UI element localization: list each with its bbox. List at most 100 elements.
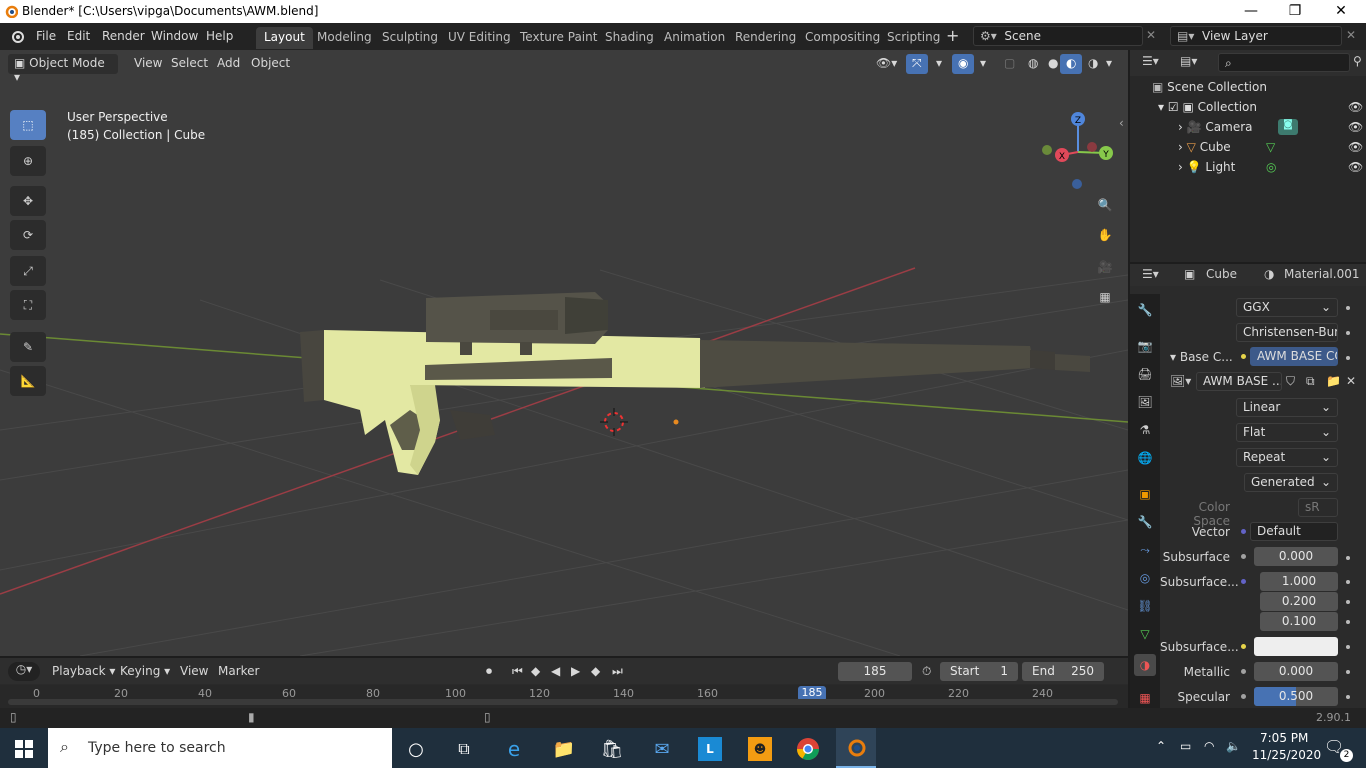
interpolation-dropdown[interactable]: Linear ⌄ [1236, 398, 1338, 417]
camera-data-icon[interactable]: ◙ [1278, 119, 1298, 135]
menu-file[interactable]: File [36, 29, 56, 43]
object-tab-icon[interactable]: ▣ [1137, 486, 1153, 502]
game-app-icon[interactable]: ☻ [740, 732, 780, 766]
wifi-icon[interactable]: ◠ [1204, 739, 1214, 753]
physics-tab-icon[interactable]: ◎ [1137, 570, 1153, 586]
subsurface-value-field[interactable]: 0.000 [1254, 547, 1338, 566]
mail-icon[interactable]: ✉ [642, 732, 682, 766]
zoom-icon[interactable]: 🔍 [1092, 192, 1118, 218]
tab-texture-paint[interactable]: Texture Paint [512, 27, 605, 49]
navigation-gizmo[interactable]: Z Y X [1036, 110, 1116, 190]
chrome-icon[interactable] [788, 732, 828, 766]
unlink-image-icon[interactable]: ✕ [1346, 374, 1356, 388]
3d-viewport[interactable]: ▣ Object Mode ▾ View Select Add Object 👁… [0, 50, 1128, 656]
outliner-item-camera[interactable]: › 🎥 Camera ◙ 👁 [1178, 119, 1366, 140]
image-browse-icon[interactable]: 🖼▾ [1170, 374, 1191, 388]
socket-dot-icon[interactable] [1236, 549, 1250, 563]
clock-date[interactable]: 11/25/2020 [1252, 748, 1321, 762]
expand-icon[interactable]: › [1178, 120, 1183, 134]
eye-icon[interactable]: 👁 [1348, 140, 1363, 154]
source-dropdown[interactable]: Generated ⌄ [1244, 473, 1338, 492]
timeline-ruler[interactable]: 0 20 40 60 80 100 120 140 160 200 220 24… [0, 685, 1128, 708]
transform-tool[interactable]: ⛶ [10, 290, 46, 320]
display-mode-icon[interactable]: ▤▾ [1180, 54, 1197, 68]
extension-dropdown[interactable]: Repeat ⌄ [1236, 448, 1338, 467]
scene-collection-row[interactable]: ▣ Scene Collection [1152, 80, 1267, 100]
scene-tab-icon[interactable]: ⚗ [1137, 422, 1153, 438]
editor-type-icon[interactable]: ☰▾ [1142, 267, 1159, 281]
projection-dropdown[interactable]: Flat ⌄ [1236, 423, 1338, 442]
ortho-grid-icon[interactable]: ▦ [1092, 284, 1118, 310]
menu-playback[interactable]: Playback ▾ [46, 662, 121, 682]
cursor-tool[interactable]: ⊕ [10, 146, 46, 176]
taskbar-search-box[interactable]: ⌕ Type here to search [48, 728, 392, 768]
blender-menu-icon[interactable] [9, 29, 25, 45]
outliner-item-light[interactable]: › 💡 Light ◎ 👁 [1178, 160, 1366, 180]
file-explorer-icon[interactable]: 📁 [544, 732, 584, 766]
gizmo-toggle-icon[interactable]: ⤧ [906, 54, 928, 74]
l-app-icon[interactable]: L [690, 732, 730, 766]
editor-type-icon[interactable]: ☰▾ [1142, 54, 1159, 68]
pan-hand-icon[interactable]: ✋ [1092, 222, 1118, 248]
rotate-tool[interactable]: ⟳ [10, 220, 46, 250]
socket-dot-icon[interactable] [1236, 574, 1250, 588]
metallic-value-field[interactable]: 0.000 [1254, 662, 1338, 681]
keyframe-dot-icon[interactable] [1346, 356, 1350, 360]
subsurface-color-swatch[interactable] [1254, 637, 1338, 656]
expand-icon[interactable]: › [1178, 140, 1183, 154]
expand-icon[interactable]: › [1178, 160, 1183, 174]
keyframe-dot-icon[interactable] [1346, 306, 1350, 310]
store-icon[interactable]: 🛍 [592, 732, 632, 766]
timeline-scrollbar[interactable] [8, 699, 1118, 705]
next-keyframe-icon[interactable]: ◆ [585, 662, 606, 682]
keyframe-dot-icon[interactable] [1346, 580, 1350, 584]
eye-icon[interactable]: 👁 [1348, 160, 1363, 174]
keyframe-dot-icon[interactable] [1346, 331, 1350, 335]
tab-rendering[interactable]: Rendering [727, 27, 804, 49]
constraints-tab-icon[interactable]: ⛓ [1137, 598, 1153, 614]
minimize-button[interactable]: — [1228, 1, 1274, 23]
measure-tool[interactable]: 📐 [10, 366, 46, 396]
play-icon[interactable]: ▶ [565, 662, 586, 682]
maximize-button[interactable]: ❐ [1272, 1, 1318, 23]
play-reverse-icon[interactable]: ◀ [545, 662, 566, 682]
end-frame-field[interactable]: End 250 [1022, 662, 1104, 681]
socket-dot-icon[interactable] [1236, 689, 1250, 703]
blender-taskbar-icon[interactable] [836, 728, 876, 768]
keyframe-dot-icon[interactable] [1346, 600, 1350, 604]
current-frame-field[interactable]: 185 [838, 662, 912, 681]
menu-marker[interactable]: Marker [212, 662, 265, 682]
xray-icon[interactable]: ▢ [998, 54, 1021, 74]
select-box-tool[interactable]: ⬚ [10, 110, 46, 140]
gizmo-dropdown-icon[interactable]: ▾ [930, 54, 948, 74]
volume-icon[interactable]: 🔈 [1226, 739, 1241, 753]
vector-field[interactable]: Default [1250, 522, 1338, 541]
windows-start-icon[interactable] [4, 732, 44, 766]
material-tab-icon[interactable]: ◑ [1134, 654, 1156, 676]
scene-selector[interactable]: ⚙▾ Scene [973, 26, 1143, 46]
menu-timeline-view[interactable]: View [174, 662, 214, 682]
world-tab-icon[interactable]: 🌐 [1137, 450, 1153, 466]
overlays-dropdown-icon[interactable]: ▾ [974, 54, 992, 74]
edge-icon[interactable]: e [494, 732, 534, 766]
tab-layout[interactable]: Layout [256, 27, 313, 49]
camera-view-icon[interactable]: 🎥 [1092, 254, 1118, 280]
close-window-button[interactable]: ✕ [1318, 1, 1364, 23]
menu-window[interactable]: Window [151, 29, 198, 43]
overlays-toggle-icon[interactable]: ◉ [952, 54, 975, 74]
image-name-field[interactable]: AWM BASE ... [1196, 372, 1282, 391]
object-mode-dropdown[interactable]: ▣ Object Mode ▾ [8, 54, 118, 84]
modifier-tab-icon[interactable]: 🔧 [1137, 514, 1153, 530]
move-tool[interactable]: ✥ [10, 186, 46, 216]
task-view-icon[interactable]: ⧉ [444, 732, 484, 766]
subsurface-radius-z-field[interactable]: 0.100 [1260, 612, 1338, 631]
awm-rifle-model[interactable] [290, 290, 1100, 480]
mesh-data-icon[interactable]: ▽ [1266, 140, 1275, 154]
clock-time[interactable]: 7:05 PM [1260, 731, 1308, 745]
tab-modeling[interactable]: Modeling [309, 27, 380, 49]
open-image-icon[interactable]: 📁 [1326, 374, 1341, 388]
filter-icon[interactable]: ⚲ [1353, 54, 1362, 68]
keyframe-dot-icon[interactable] [1346, 670, 1350, 674]
timeline-editor-type-icon[interactable]: ◷▾ [8, 662, 40, 681]
menu-render[interactable]: Render [102, 29, 145, 43]
